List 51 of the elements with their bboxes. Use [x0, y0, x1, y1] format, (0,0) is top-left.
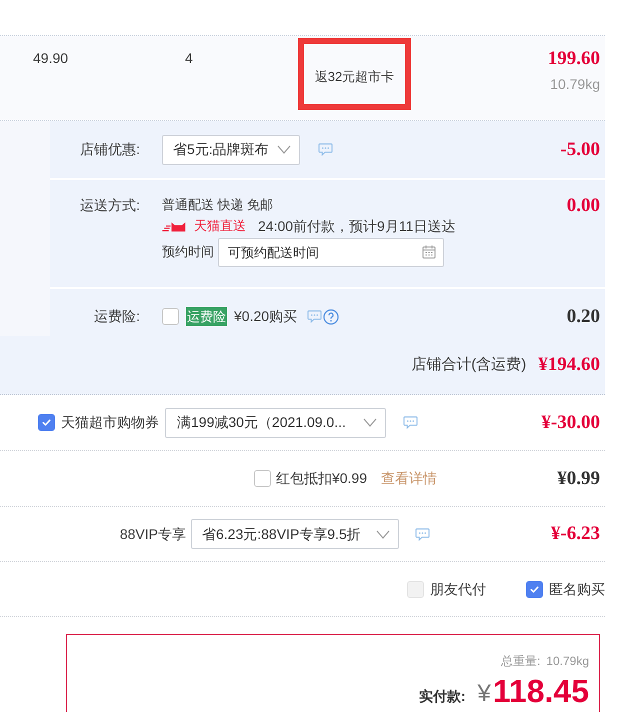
total-weight: 10.79kg: [546, 653, 589, 669]
chevron-down-icon: [277, 145, 291, 154]
field-label: 店铺优惠:: [79, 140, 140, 159]
checkbox[interactable]: [162, 308, 179, 325]
coupon-amount: ¥-30.00: [541, 412, 600, 434]
pay-label: 实付款:: [418, 687, 466, 706]
pay-amount: 118.45: [492, 674, 589, 708]
vip-discount-amount: ¥-6.23: [550, 523, 600, 545]
coupon-select[interactable]: 满199减30元（2021.09.0...: [165, 408, 386, 438]
delivery-note: 24:00前付款，预计9月11日送达: [258, 216, 456, 236]
weight: 10.79kg: [550, 75, 600, 93]
weight-label: 总重量:: [500, 653, 540, 669]
checkmark-icon: [529, 584, 540, 594]
currency-symbol: ¥: [478, 680, 491, 708]
schedule-field[interactable]: 可预约配送时间: [218, 238, 444, 266]
field-label: 运送方式:: [79, 196, 140, 215]
help-icon[interactable]: [323, 308, 340, 324]
chat-icon[interactable]: [415, 528, 430, 540]
chat-icon[interactable]: [318, 143, 333, 156]
subtotal: 199.60: [548, 48, 600, 70]
insurance-price: ¥0.20购买: [234, 307, 298, 326]
field-label: 运费险:: [93, 307, 140, 326]
field-label: 预约时间: [162, 243, 214, 262]
option-label: 朋友代付: [430, 580, 486, 598]
chat-icon[interactable]: [403, 416, 418, 429]
unit-price: 49.90: [33, 49, 70, 67]
chat-icon[interactable]: [307, 310, 322, 323]
calendar-icon[interactable]: [422, 244, 436, 258]
option-label: 匿名购买: [549, 580, 605, 598]
discount-amount: -5.00: [560, 138, 600, 160]
service-name: 天猫直送: [194, 217, 246, 236]
vip-discount-select[interactable]: 省6.23元:88VIP专享9.5折: [191, 519, 399, 549]
promo-note: 返32元超市卡: [298, 38, 411, 110]
chevron-down-icon: [376, 530, 390, 538]
shipping-amount: 0.00: [566, 195, 600, 217]
voucher-deduction-amount: ¥0.99: [557, 468, 600, 490]
insurance-amount: 0.20: [566, 306, 600, 328]
shipping-method: 普通配送 快递 免邮: [162, 196, 274, 214]
checkbox[interactable]: [526, 580, 543, 598]
coupon-label: 天猫超市购物券: [61, 413, 159, 432]
vip-label: 88VIP专享: [120, 524, 186, 544]
checkbox[interactable]: [254, 470, 271, 487]
checkbox[interactable]: [38, 414, 55, 431]
shop-total-amount: ¥194.60: [538, 354, 600, 376]
quantity: 4: [185, 50, 193, 66]
shop-total-label: 店铺合计(含运费): [411, 354, 526, 375]
checkmark-icon: [41, 417, 52, 428]
discount-select[interactable]: 省5元:品牌斑布: [162, 134, 300, 164]
chevron-down-icon: [363, 418, 377, 427]
insurance-badge: 运费险: [186, 307, 227, 326]
voucher-deduction-label: 红包抵扣¥0.99: [276, 469, 367, 488]
